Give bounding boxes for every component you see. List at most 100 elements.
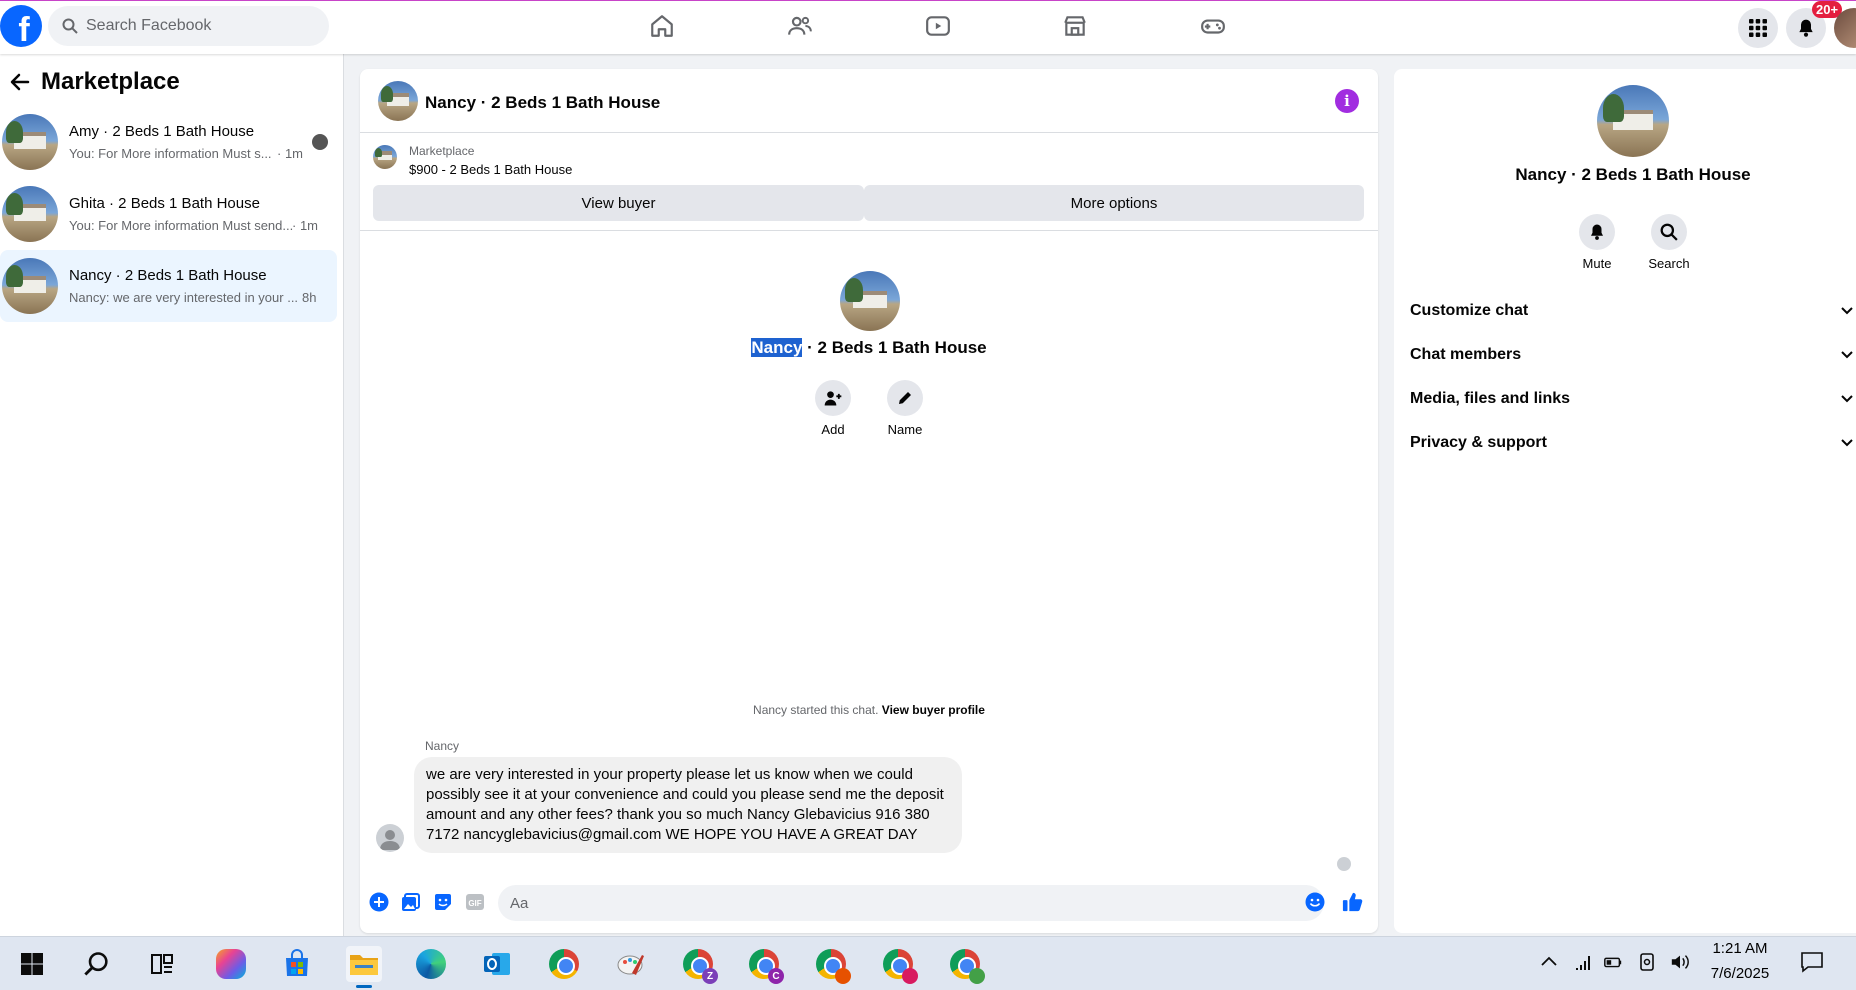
clock-time[interactable]: 1:21 AM — [1700, 940, 1780, 957]
profile-letter: Z — [702, 968, 718, 984]
gif-label: GIF — [468, 899, 481, 908]
edge-browser-icon[interactable] — [413, 946, 449, 982]
chrome-profile-5-icon[interactable] — [947, 946, 985, 984]
chat-window: Nancy · 2 Beds 1 Bath House i Marketplac… — [360, 69, 1378, 933]
media-files-links-section[interactable]: Media, files and links — [1410, 384, 1853, 414]
conversation-item-ghita[interactable]: Ghita · 2 Beds 1 Bath House You: For Mor… — [0, 178, 337, 250]
taskbar-search-icon[interactable] — [79, 946, 115, 982]
facebook-logo[interactable]: f — [0, 5, 42, 47]
task-view-icon[interactable] — [144, 946, 180, 982]
listing-thumbnail — [2, 258, 58, 314]
outlook-icon[interactable] — [479, 946, 515, 982]
more-actions-plus-icon[interactable] — [368, 891, 390, 913]
clock-date[interactable]: 7/6/2025 — [1700, 965, 1780, 982]
details-profile-avatar[interactable] — [1597, 85, 1669, 157]
back-arrow-icon[interactable] — [6, 68, 34, 96]
conversation-info-icon[interactable]: i — [1335, 89, 1359, 113]
section-label: Customize chat — [1410, 302, 1529, 319]
search-in-conversation-action[interactable]: Search — [1639, 214, 1699, 271]
show-hidden-icons-chevron-icon[interactable] — [1539, 952, 1559, 972]
search-label: Search — [1648, 256, 1690, 271]
marketplace-nav-icon[interactable] — [1059, 10, 1091, 42]
more-options-button[interactable]: More options — [864, 185, 1364, 221]
conversation-time: · 1m — [292, 218, 318, 233]
grid-icon — [1749, 19, 1767, 37]
selected-text: Nancy — [751, 338, 803, 357]
conversation-time: 8h — [302, 290, 317, 305]
conversation-time: · 1m — [277, 146, 303, 161]
sender-avatar[interactable] — [376, 824, 404, 852]
gif-icon[interactable]: GIF — [464, 891, 486, 913]
search-facebook-input[interactable] — [86, 17, 306, 35]
chrome-profile-z-icon[interactable]: Z — [680, 946, 718, 984]
conversation-preview: Nancy: we are very interested in your ..… — [69, 290, 299, 305]
windows-start-icon[interactable] — [14, 946, 50, 982]
thumbs-up-icon[interactable] — [1342, 891, 1364, 913]
view-buyer-button[interactable]: View buyer — [373, 185, 864, 221]
search-facebook-box[interactable] — [48, 6, 329, 46]
microsoft-store-icon[interactable] — [279, 946, 315, 982]
mute-label: Mute — [1582, 256, 1612, 271]
chrome-profile-4-icon[interactable] — [880, 946, 918, 984]
chevron-down-icon — [1841, 439, 1853, 447]
notification-center-icon[interactable] — [1800, 950, 1824, 974]
message-input[interactable] — [498, 885, 1324, 921]
message-sender-name: Nancy — [425, 739, 460, 753]
chrome-profile-c-icon[interactable]: C — [746, 946, 784, 984]
paint-app-icon[interactable] — [613, 946, 649, 982]
seen-avatar — [312, 134, 328, 150]
chat-members-section[interactable]: Chat members — [1410, 340, 1853, 370]
chrome-icon[interactable] — [546, 946, 582, 982]
bell-icon — [1591, 224, 1603, 240]
chat-profile-title-rest: · 2 Beds 1 Bath House — [802, 338, 987, 357]
listing-thumbnail[interactable] — [373, 145, 397, 169]
home-nav-icon[interactable] — [646, 10, 678, 42]
battery-icon[interactable] — [1603, 952, 1623, 972]
add-person-icon — [824, 391, 842, 406]
chat-profile-avatar[interactable] — [840, 271, 900, 331]
listing-thumbnail — [2, 114, 58, 170]
facebook-logo-letter: f — [18, 11, 30, 47]
marketplace-label: Marketplace — [409, 144, 475, 158]
profile-letter: C — [768, 968, 784, 984]
conversation-name: Amy · 2 Beds 1 Bath House — [69, 123, 255, 140]
conversation-item-amy[interactable]: Amy · 2 Beds 1 Bath House You: For More … — [0, 106, 337, 178]
sticker-icon[interactable] — [432, 891, 454, 913]
gaming-nav-icon[interactable] — [1197, 10, 1229, 42]
message-composer: GIF — [360, 877, 1378, 929]
section-label: Privacy & support — [1410, 434, 1547, 451]
name-label: Name — [887, 422, 923, 437]
customize-chat-section[interactable]: Customize chat — [1410, 296, 1853, 326]
add-people-action[interactable]: Add — [803, 380, 863, 437]
listing-title[interactable]: $900 - 2 Beds 1 Bath House — [409, 162, 572, 177]
volume-icon[interactable] — [1670, 952, 1690, 972]
marketplace-sidebar: Marketplace Amy · 2 Beds 1 Bath House Yo… — [0, 54, 344, 936]
edit-name-action[interactable]: Name — [875, 380, 935, 437]
conversation-details-panel: Nancy · 2 Beds 1 Bath House Mute Search … — [1394, 69, 1856, 933]
bell-icon — [1799, 19, 1813, 37]
friends-nav-icon[interactable] — [784, 10, 816, 42]
file-explorer-icon[interactable] — [346, 946, 382, 988]
message-bubble[interactable]: we are very interested in your property … — [414, 757, 962, 853]
chat-header-title[interactable]: Nancy · 2 Beds 1 Bath House — [425, 93, 660, 113]
default-user-icon — [380, 830, 400, 850]
chat-header-avatar[interactable] — [378, 81, 418, 121]
video-nav-icon[interactable] — [922, 10, 954, 42]
chevron-down-icon — [1841, 307, 1853, 315]
top-navigation-bar: f 20+ — [0, 0, 1856, 54]
details-title: Nancy · 2 Beds 1 Bath House — [1515, 165, 1751, 184]
mute-action[interactable]: Mute — [1567, 214, 1627, 271]
privacy-support-section[interactable]: Privacy & support — [1410, 428, 1853, 458]
menu-grid-button[interactable] — [1738, 8, 1778, 48]
chrome-profile-3-icon[interactable] — [813, 946, 851, 984]
emoji-icon[interactable] — [1304, 891, 1326, 913]
add-label: Add — [821, 422, 845, 437]
copilot-icon[interactable] — [213, 946, 249, 982]
conversation-item-nancy[interactable]: Nancy · 2 Beds 1 Bath House Nancy: we ar… — [0, 250, 337, 322]
network-icon[interactable] — [1574, 952, 1594, 972]
view-buyer-profile-link[interactable]: View buyer profile — [882, 703, 985, 717]
chat-started-notice: Nancy started this chat. View buyer prof… — [360, 703, 1378, 717]
conversation-name: Ghita · 2 Beds 1 Bath House — [69, 195, 260, 212]
device-icon[interactable] — [1637, 952, 1657, 972]
attach-photo-icon[interactable] — [400, 891, 422, 913]
